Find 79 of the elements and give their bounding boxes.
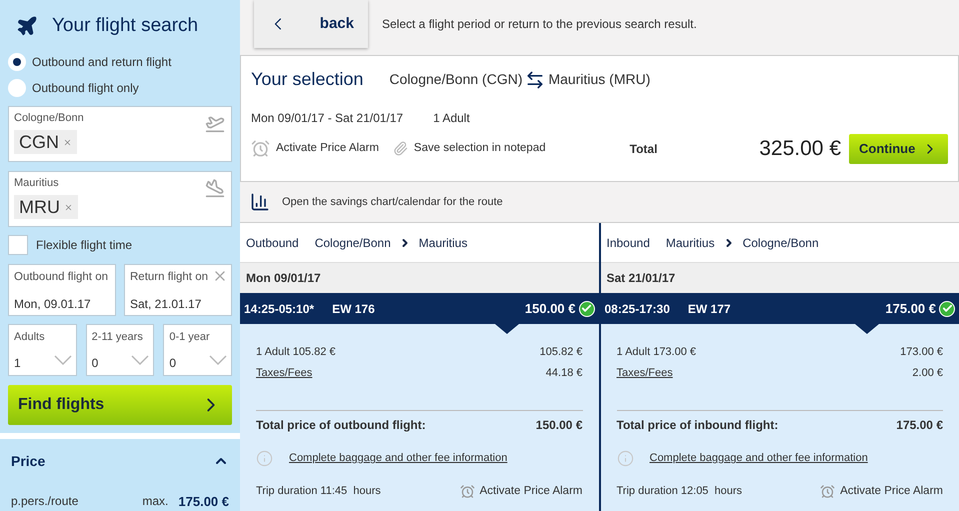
- leg-total-label: Total price of outbound flight:: [256, 417, 426, 434]
- leg-origin: Cologne/Bonn: [314, 234, 391, 252]
- passenger-select[interactable]: 0-1 year 0: [163, 324, 232, 376]
- leg-direction: Outbound: [246, 234, 299, 252]
- airport-field[interactable]: Cologne/Bonn CGN: [8, 106, 232, 162]
- date-field[interactable]: Outbound flight on Mon, 09.01.17: [8, 264, 116, 316]
- fare-amount: 44.18 €: [546, 366, 582, 381]
- flexible-label: Flexible flight time: [36, 236, 132, 254]
- leg-origin: Mauritius: [666, 234, 715, 252]
- price-alarm-link[interactable]: Activate Price Alarm: [460, 483, 582, 500]
- price-filter-header[interactable]: Price: [11, 450, 229, 472]
- max-price: 175.00 €: [178, 492, 229, 510]
- alarm-clock-icon: [460, 484, 475, 500]
- back-button[interactable]: back: [254, 0, 368, 48]
- leg-destination: Mauritius: [418, 234, 468, 252]
- find-flights-button[interactable]: Find flights: [8, 384, 232, 425]
- hint-text: Select a flight period or return to the previous search result.: [382, 16, 697, 33]
- leg-date: Sat 21/01/17: [606, 270, 676, 287]
- flight-price: 175.00 €: [885, 300, 936, 318]
- info-icon: [616, 450, 634, 467]
- fare-amount: 105.82 €: [540, 345, 582, 360]
- trip-duration: Trip duration 12:05 hours: [616, 484, 742, 500]
- fare-line: 1 Adult 105.82 €: [256, 345, 336, 360]
- check-icon: [939, 300, 955, 316]
- flight-number: EW 176: [332, 300, 375, 318]
- passenger-select[interactable]: Adults 1: [8, 324, 77, 376]
- leg-total: 150.00 €: [536, 417, 582, 434]
- savings-link[interactable]: Open the savings chart/calendar for the route: [282, 194, 503, 210]
- continue-button[interactable]: Continue: [849, 134, 948, 164]
- fees-link[interactable]: Taxes/Fees: [256, 365, 312, 386]
- round-trip-icon: [525, 70, 546, 90]
- chevron-down-icon: [131, 354, 150, 365]
- date-field[interactable]: Return flight on Sat, 21.01.17: [124, 264, 232, 316]
- flight-times: 08:25-17:30: [604, 300, 670, 318]
- sidebar-title: Your flight search: [52, 14, 198, 38]
- price-alarm-link[interactable]: Activate Price Alarm: [251, 139, 379, 158]
- flight-number: EW 177: [688, 300, 731, 318]
- fare-amount: 173.00 €: [900, 345, 943, 360]
- chevron-down-icon: [209, 354, 228, 365]
- passenger-count: 1 Adult: [433, 110, 470, 127]
- remove-icon[interactable]: [63, 138, 72, 147]
- chevron-down-icon: [54, 354, 72, 365]
- alarm-clock-icon: [820, 484, 836, 500]
- destination-airport: Mauritius (MRU): [548, 70, 650, 89]
- passenger-select[interactable]: 2-11 years 0: [86, 324, 154, 376]
- paperclip-icon: [392, 141, 408, 156]
- flight-price: 150.00 €: [524, 300, 576, 318]
- trip-duration: Trip duration 11:45 hours: [256, 484, 381, 500]
- chart-icon: [250, 192, 270, 212]
- origin-airport: Cologne/Bonn (CGN): [389, 70, 522, 89]
- selection-title: Your selection: [251, 68, 364, 91]
- leg-destination: Cologne/Bonn: [742, 234, 819, 252]
- remove-icon[interactable]: [64, 202, 73, 212]
- trip-type-radio[interactable]: Outbound and return flight: [8, 52, 232, 72]
- fee-info-link[interactable]: Complete baggage and other fee information: [650, 450, 868, 467]
- info-icon: [256, 450, 273, 467]
- check-icon: [578, 300, 594, 316]
- flexible-checkbox[interactable]: [8, 234, 28, 255]
- leg-total-label: Total price of inbound flight:: [616, 417, 778, 434]
- price-filter-label: p.pers./route: [11, 493, 78, 510]
- price-alarm-link[interactable]: Activate Price Alarm: [820, 483, 943, 500]
- fees-link[interactable]: Taxes/Fees: [616, 365, 673, 386]
- leg-direction: Inbound: [606, 234, 650, 252]
- fare-line: 1 Adult 173.00 €: [616, 345, 696, 360]
- total-price: 325.00 €: [759, 136, 841, 162]
- landing-icon: [205, 178, 225, 198]
- flight-times: 14:25-05:10*: [244, 300, 314, 318]
- fare-amount: 2.00 €: [912, 366, 943, 381]
- alarm-clock-icon: [251, 139, 270, 158]
- fee-info-link[interactable]: Complete baggage and other fee information: [289, 450, 508, 467]
- travel-dates: Mon 09/01/17 - Sat 21/01/17: [251, 110, 404, 127]
- leg-total: 175.00 €: [896, 417, 943, 434]
- leg-date: Mon 09/01/17: [246, 270, 321, 287]
- trip-type-radio[interactable]: Outbound flight only: [8, 78, 232, 98]
- airport-field[interactable]: Mauritius MRU: [8, 170, 232, 227]
- plane-icon: [16, 14, 38, 37]
- notepad-link[interactable]: Save selection in notepad: [392, 140, 546, 158]
- total-label: Total: [630, 140, 658, 158]
- max-label: max.: [142, 493, 168, 510]
